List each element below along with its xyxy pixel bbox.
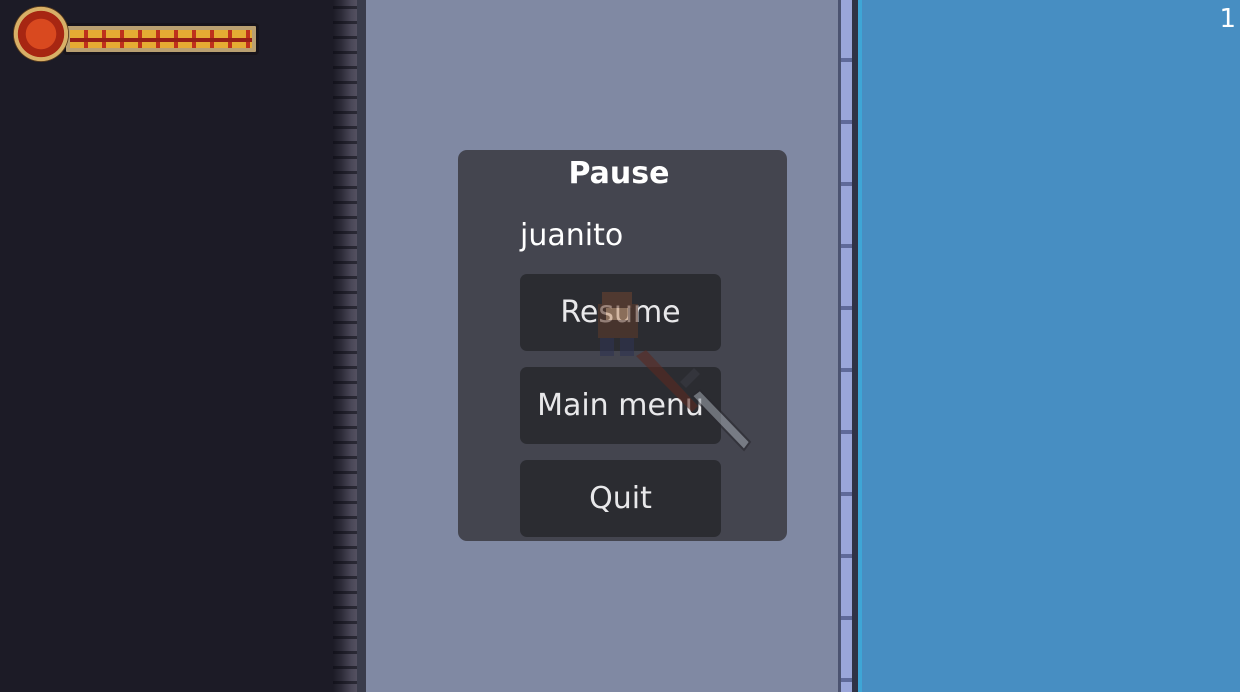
counter-text: 1 (1219, 4, 1236, 34)
pause-title: Pause (568, 156, 670, 191)
wall-strip (357, 0, 366, 692)
main-menu-button[interactable]: Main menu (520, 367, 721, 444)
water-area (862, 0, 1240, 692)
health-orb-icon (13, 6, 69, 62)
quit-button[interactable]: Quit (520, 460, 721, 537)
resume-button[interactable]: Resume (520, 274, 721, 351)
right-wall (838, 0, 852, 692)
health-bar-fill (70, 30, 252, 48)
dark-void-area (0, 0, 340, 692)
player-name: juanito (520, 218, 624, 253)
